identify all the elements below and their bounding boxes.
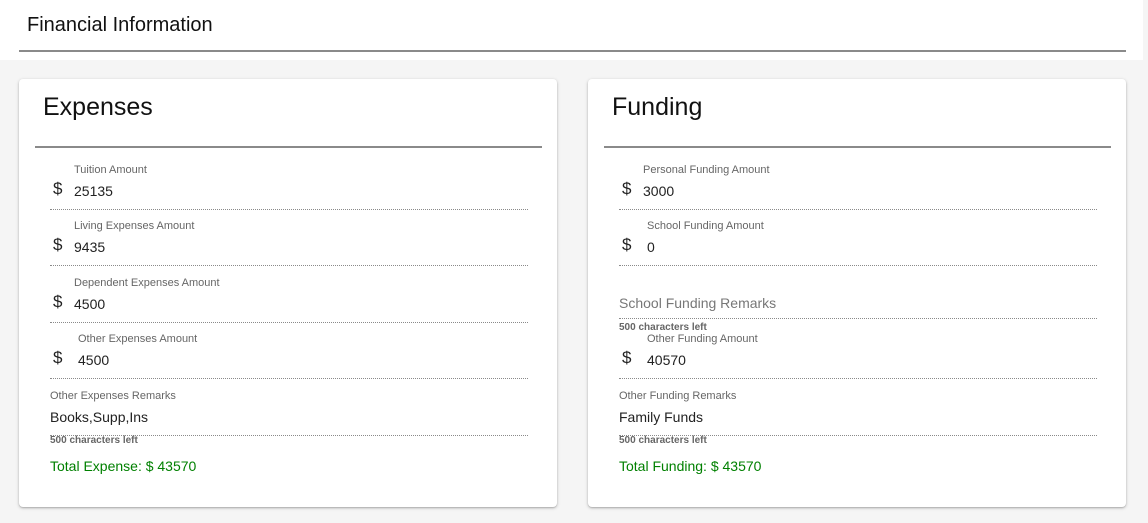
- dollar-icon: $: [53, 348, 63, 367]
- section-divider: [19, 50, 1126, 52]
- field-underline: [619, 378, 1097, 379]
- personal-funding-amount-label: Personal Funding Amount: [643, 164, 770, 176]
- dollar-icon: $: [53, 179, 63, 198]
- school-funding-amount-label: School Funding Amount: [647, 220, 764, 232]
- tuition-amount-field[interactable]: $ Tuition Amount 25135: [50, 164, 528, 210]
- tuition-amount-value[interactable]: 25135: [74, 183, 113, 199]
- other-expenses-remarks-chars-left: 500 characters left: [50, 435, 138, 446]
- expenses-divider: [35, 146, 542, 148]
- dollar-icon: $: [622, 235, 632, 254]
- field-underline: [50, 209, 528, 210]
- other-funding-amount-label: Other Funding Amount: [647, 333, 758, 345]
- school-funding-amount-value[interactable]: 0: [647, 239, 655, 255]
- tuition-amount-label: Tuition Amount: [74, 164, 147, 176]
- field-underline: [50, 378, 528, 379]
- personal-funding-amount-field[interactable]: $ Personal Funding Amount 3000: [619, 164, 1097, 210]
- field-underline: [50, 322, 528, 323]
- other-funding-remarks-label: Other Funding Remarks: [619, 390, 737, 402]
- other-funding-remarks-chars-left: 500 characters left: [619, 435, 707, 446]
- dollar-icon: $: [622, 179, 632, 198]
- total-expense: Total Expense: $ 43570: [50, 458, 197, 474]
- total-funding: Total Funding: $ 43570: [619, 458, 762, 474]
- dependent-expenses-amount-field[interactable]: $ Dependent Expenses Amount 4500: [50, 277, 528, 323]
- dependent-expenses-amount-value[interactable]: 4500: [74, 296, 105, 312]
- other-funding-amount-value[interactable]: 40570: [647, 352, 686, 368]
- dollar-icon: $: [53, 292, 63, 311]
- school-funding-remarks-chars-left: 500 characters left: [619, 322, 707, 333]
- other-funding-remarks-value[interactable]: Family Funds: [619, 409, 703, 425]
- section-title: Financial Information: [27, 14, 213, 36]
- expenses-card: Expenses $ Tuition Amount 25135 $ Living…: [19, 79, 557, 507]
- dependent-expenses-amount-label: Dependent Expenses Amount: [74, 277, 220, 289]
- other-expenses-amount-value[interactable]: 4500: [78, 352, 109, 368]
- living-expenses-amount-label: Living Expenses Amount: [74, 220, 195, 232]
- dollar-icon: $: [53, 235, 63, 254]
- other-expenses-remarks-label: Other Expenses Remarks: [50, 390, 176, 402]
- section-header: Financial Information: [0, 0, 1143, 60]
- other-funding-remarks-field[interactable]: Other Funding Remarks Family Funds: [619, 390, 1097, 436]
- funding-title: Funding: [612, 93, 703, 121]
- other-expenses-remarks-value[interactable]: Books,Supp,Ins: [50, 409, 148, 425]
- other-expenses-remarks-field[interactable]: Other Expenses Remarks Books,Supp,Ins: [50, 390, 528, 436]
- other-expenses-amount-field[interactable]: $ Other Expenses Amount 4500: [50, 333, 528, 379]
- field-underline: [50, 265, 528, 266]
- field-underline: [619, 318, 1097, 319]
- financial-information-panel: Financial Information Expenses $ Tuition…: [0, 0, 1148, 523]
- personal-funding-amount-value[interactable]: 3000: [643, 183, 674, 199]
- school-funding-amount-field[interactable]: $ School Funding Amount 0: [619, 220, 1097, 266]
- school-funding-remarks-placeholder: School Funding Remarks: [619, 295, 777, 311]
- living-expenses-amount-value[interactable]: 9435: [74, 239, 105, 255]
- field-underline: [619, 209, 1097, 210]
- funding-card: Funding $ Personal Funding Amount 3000 $…: [588, 79, 1126, 507]
- other-expenses-amount-label: Other Expenses Amount: [78, 333, 198, 345]
- other-funding-amount-field[interactable]: $ Other Funding Amount 40570: [619, 333, 1097, 379]
- expenses-title: Expenses: [43, 93, 153, 121]
- dollar-icon: $: [622, 348, 632, 367]
- funding-divider: [604, 146, 1111, 148]
- field-underline: [619, 265, 1097, 266]
- school-funding-remarks-field[interactable]: School Funding Remarks: [619, 295, 1097, 319]
- living-expenses-amount-field[interactable]: $ Living Expenses Amount 9435: [50, 220, 528, 266]
